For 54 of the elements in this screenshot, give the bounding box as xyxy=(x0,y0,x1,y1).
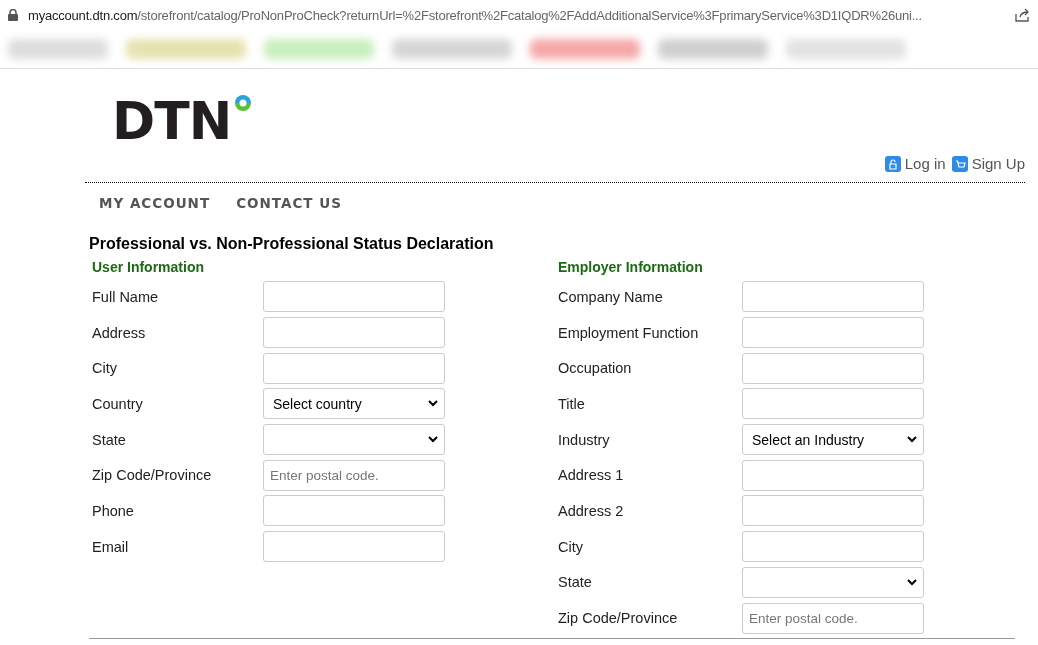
text-field[interactable] xyxy=(742,317,924,349)
field-label: Industry xyxy=(558,431,611,448)
text-field[interactable] xyxy=(742,352,924,384)
text-field[interactable] xyxy=(742,281,924,313)
text-field[interactable] xyxy=(263,495,445,527)
field-label: State xyxy=(92,431,127,448)
field-label: Employment Function xyxy=(558,324,700,341)
nav-link[interactable]: MY ACCOUNT xyxy=(99,195,211,225)
page-title: Professional vs. Non-Professional Status Declaration xyxy=(89,235,495,253)
dropdown[interactable]: Select country xyxy=(263,388,445,420)
field-label: City xyxy=(92,360,118,377)
text-field[interactable] xyxy=(263,317,445,349)
field-label: Full Name xyxy=(92,288,160,305)
text-field[interactable] xyxy=(263,531,445,563)
logo-ring-icon xyxy=(233,93,254,113)
text-field[interactable] xyxy=(263,352,445,384)
field-label: Phone xyxy=(92,502,135,519)
chevron-down-icon xyxy=(907,578,917,586)
chevron-down-icon xyxy=(428,436,438,444)
section-heading: Employer Information xyxy=(558,259,704,277)
field-label: Address xyxy=(92,324,147,341)
text-field[interactable]: Enter postal code. xyxy=(263,459,445,491)
text-field[interactable] xyxy=(742,495,924,527)
lock-icon xyxy=(884,155,901,172)
share-icon[interactable] xyxy=(1015,8,1030,22)
chevron-down-icon xyxy=(907,436,917,444)
field-label: Email xyxy=(92,538,130,555)
logo-text: DTN xyxy=(112,95,232,147)
nav-link[interactable]: CONTACT US xyxy=(236,195,342,225)
chevron-down-icon xyxy=(428,400,438,408)
header-link[interactable]: Sign Up xyxy=(951,155,1025,172)
dropdown[interactable] xyxy=(263,424,445,456)
field-label: City xyxy=(558,538,584,555)
field-label: Company Name xyxy=(558,288,664,305)
text-field[interactable]: Enter postal code. xyxy=(742,602,924,634)
header-link[interactable]: Log in xyxy=(884,155,946,172)
field-label: Zip Code/Province xyxy=(558,610,679,627)
lock-icon xyxy=(8,9,18,21)
field-label: Zip Code/Province xyxy=(92,467,213,484)
field-label: Occupation xyxy=(558,360,633,377)
dropdown[interactable] xyxy=(742,566,924,598)
text-field[interactable] xyxy=(263,281,445,313)
field-label: Title xyxy=(558,395,586,412)
field-label: Address 2 xyxy=(558,502,625,519)
text-field[interactable] xyxy=(742,531,924,563)
field-label: State xyxy=(558,574,593,591)
field-label: Country xyxy=(92,395,144,412)
text-field[interactable] xyxy=(742,459,924,491)
url-text[interactable]: myaccount.dtn.com/storefront/catalog/ProNonProCheck?returnUrl=%2Fstorefront%2Fcatalog%2FAddAdditionalService%3FprimaryService%3D1IQDR%26uni... xyxy=(28,7,1005,23)
section-heading: User Information xyxy=(92,259,205,277)
field-label: Address 1 xyxy=(558,467,625,484)
text-field[interactable] xyxy=(742,388,924,420)
dropdown[interactable]: Select an Industry xyxy=(742,424,924,456)
cart-icon xyxy=(951,155,968,172)
